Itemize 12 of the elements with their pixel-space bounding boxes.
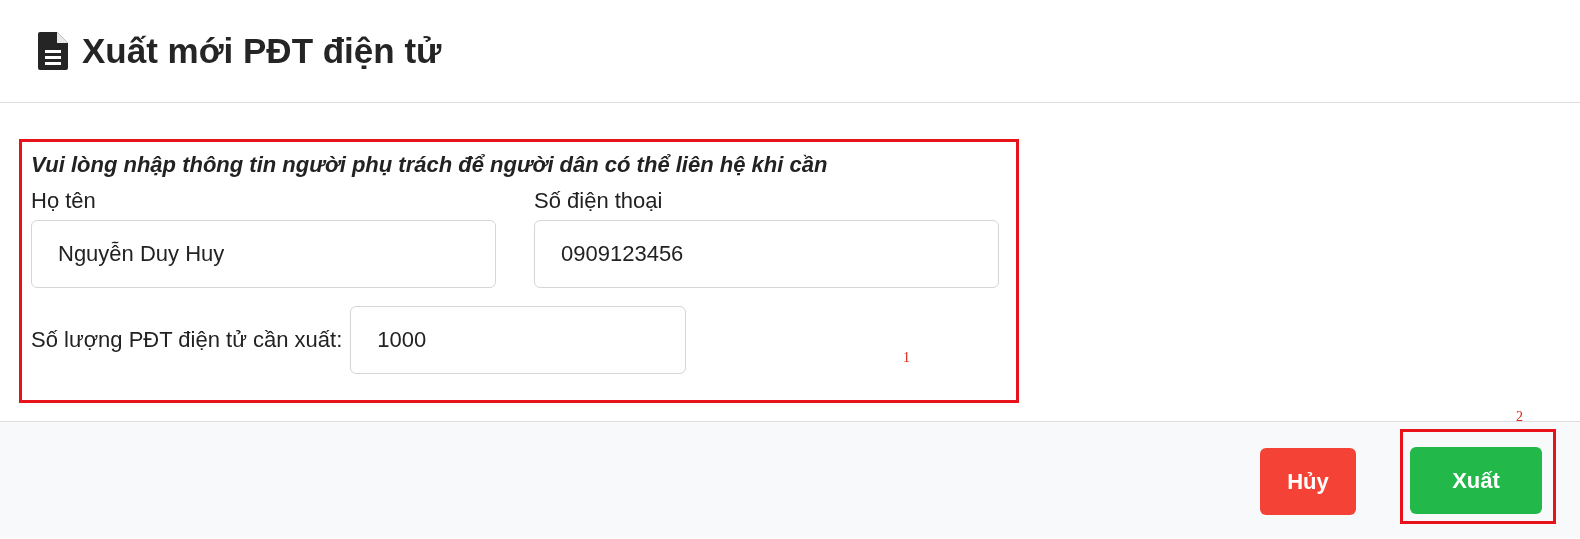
document-icon: [38, 32, 68, 70]
text-field[interactable]: Nguyễn Duy Huy: [31, 220, 496, 288]
page-title: Xuất mới PĐT điện tử: [82, 31, 442, 71]
field-label: Họ tên: [31, 188, 97, 214]
cancel-button[interactable]: Hủy: [1260, 448, 1356, 515]
field-label: Số lượng PĐT điện tử cần xuất:: [31, 327, 343, 353]
annotation-number: 2: [1516, 409, 1523, 425]
annotation-number: 1: [903, 350, 910, 366]
text-field[interactable]: 0909123456: [534, 220, 999, 288]
field-label: Số điện thoại: [534, 188, 664, 214]
text-field[interactable]: 1000: [350, 306, 687, 374]
instruction-text: Vui lòng nhập thông tin người phụ trách để người dân có thể liên hệ khi cần: [31, 152, 829, 178]
